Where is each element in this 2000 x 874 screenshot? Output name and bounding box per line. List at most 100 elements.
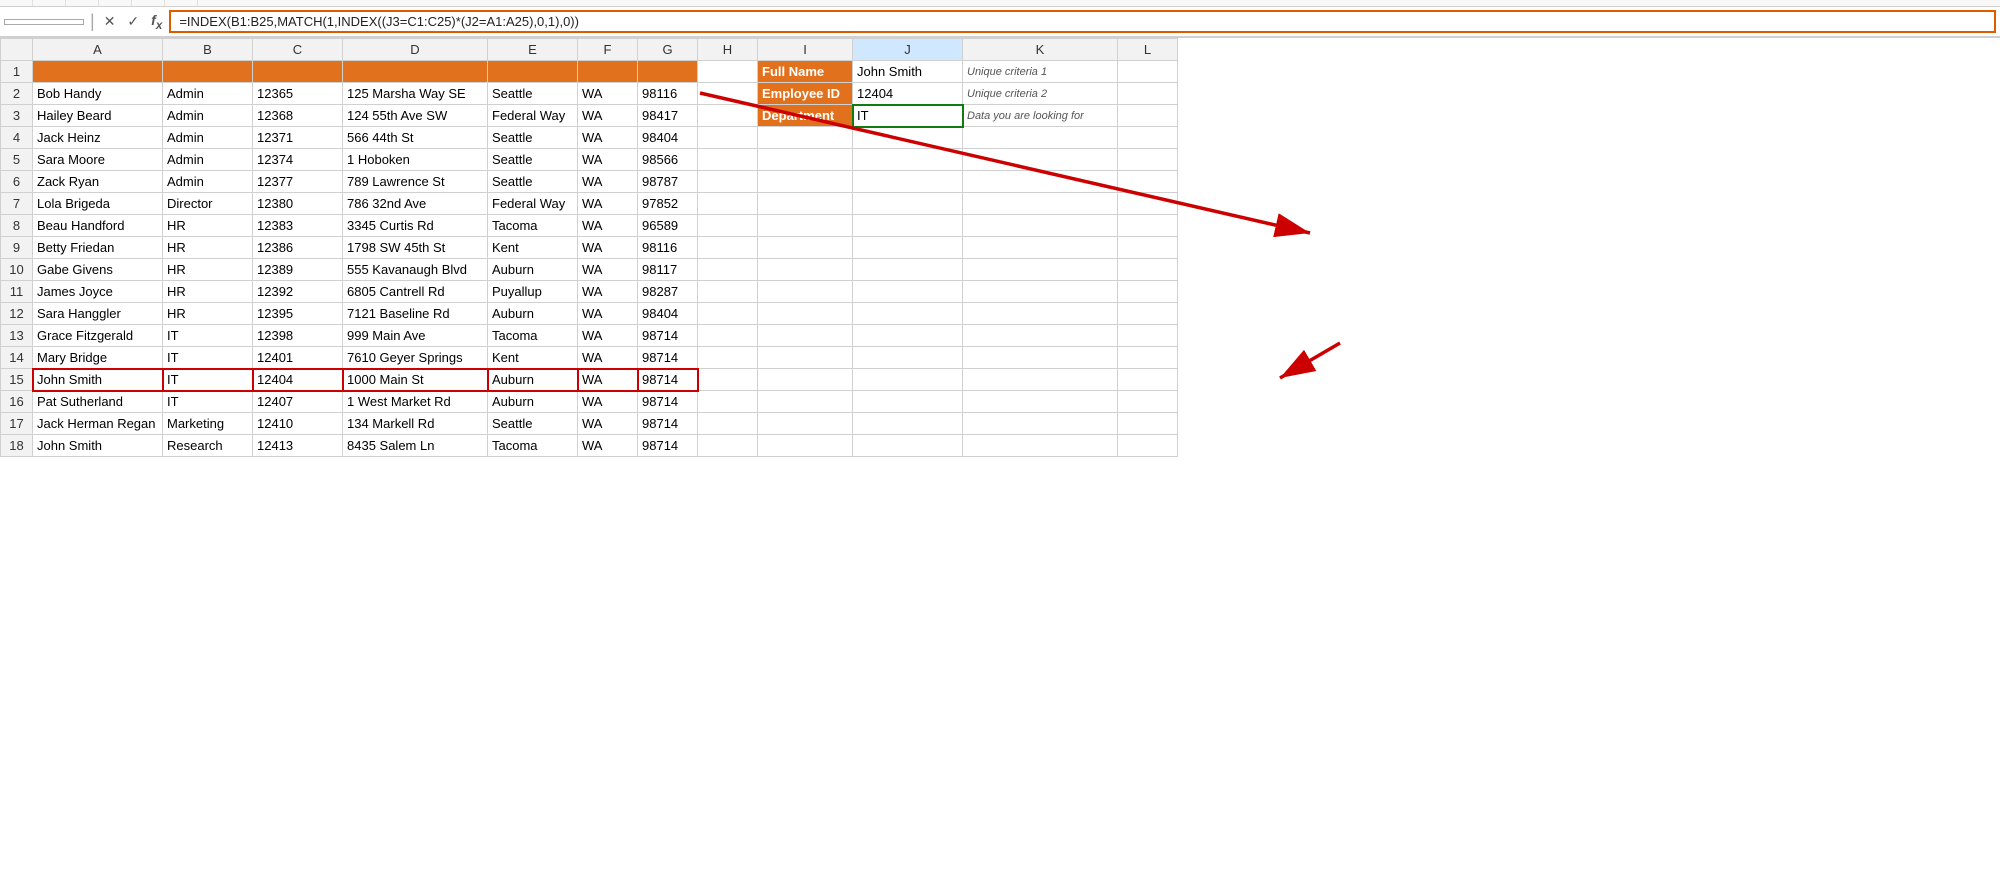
row-header-12[interactable]: 12 [1, 303, 33, 325]
cell-e7[interactable]: Federal Way [488, 193, 578, 215]
cell-j10[interactable] [853, 259, 963, 281]
col-header-f[interactable]: F [578, 39, 638, 61]
cell-l3[interactable] [1118, 105, 1178, 127]
cell-e5[interactable]: Seattle [488, 149, 578, 171]
cell-c6[interactable]: 12377 [253, 171, 343, 193]
cell-c2[interactable]: 12365 [253, 83, 343, 105]
cell-j8[interactable] [853, 215, 963, 237]
cell-c12[interactable]: 12395 [253, 303, 343, 325]
cell-j4[interactable] [853, 127, 963, 149]
cell-i13[interactable] [758, 325, 853, 347]
cell-e8[interactable]: Tacoma [488, 215, 578, 237]
cell-d12[interactable]: 7121 Baseline Rd [343, 303, 488, 325]
cell-c4[interactable]: 12371 [253, 127, 343, 149]
col-header-a[interactable]: A [33, 39, 163, 61]
cell-b10[interactable]: HR [163, 259, 253, 281]
cell-c1[interactable] [253, 61, 343, 83]
cell-d14[interactable]: 7610 Geyer Springs [343, 347, 488, 369]
col-header-h[interactable]: H [698, 39, 758, 61]
cell-g1[interactable] [638, 61, 698, 83]
cell-j6[interactable] [853, 171, 963, 193]
cell-a18[interactable]: John Smith [33, 435, 163, 457]
cell-k2[interactable]: Unique criteria 2 [963, 83, 1118, 105]
cell-e16[interactable]: Auburn [488, 391, 578, 413]
cell-d5[interactable]: 1 Hoboken [343, 149, 488, 171]
confirm-icon[interactable]: ✓ [124, 13, 142, 30]
cell-c16[interactable]: 12407 [253, 391, 343, 413]
cell-f17[interactable]: WA [578, 413, 638, 435]
cell-c18[interactable]: 12413 [253, 435, 343, 457]
cell-b16[interactable]: IT [163, 391, 253, 413]
cell-f1[interactable] [578, 61, 638, 83]
cell-h13[interactable] [698, 325, 758, 347]
cell-a8[interactable]: Beau Handford [33, 215, 163, 237]
cell-h14[interactable] [698, 347, 758, 369]
cell-c9[interactable]: 12386 [253, 237, 343, 259]
cell-c11[interactable]: 12392 [253, 281, 343, 303]
cell-h1[interactable] [698, 61, 758, 83]
cell-h7[interactable] [698, 193, 758, 215]
cell-b18[interactable]: Research [163, 435, 253, 457]
cell-f6[interactable]: WA [578, 171, 638, 193]
cell-j3[interactable]: IT [853, 105, 963, 127]
cell-g16[interactable]: 98714 [638, 391, 698, 413]
cell-h15[interactable] [698, 369, 758, 391]
cell-g12[interactable]: 98404 [638, 303, 698, 325]
cell-f7[interactable]: WA [578, 193, 638, 215]
cell-c7[interactable]: 12380 [253, 193, 343, 215]
cell-k15[interactable] [963, 369, 1118, 391]
cell-c17[interactable]: 12410 [253, 413, 343, 435]
cell-e12[interactable]: Auburn [488, 303, 578, 325]
cell-e9[interactable]: Kent [488, 237, 578, 259]
cell-e13[interactable]: Tacoma [488, 325, 578, 347]
cell-e11[interactable]: Puyallup [488, 281, 578, 303]
cell-a5[interactable]: Sara Moore [33, 149, 163, 171]
row-header-15[interactable]: 15 [1, 369, 33, 391]
row-header-11[interactable]: 11 [1, 281, 33, 303]
cell-e14[interactable]: Kent [488, 347, 578, 369]
cell-k7[interactable] [963, 193, 1118, 215]
cell-k1[interactable]: Unique criteria 1 [963, 61, 1118, 83]
cell-k8[interactable] [963, 215, 1118, 237]
cell-g8[interactable]: 96589 [638, 215, 698, 237]
cell-l15[interactable] [1118, 369, 1178, 391]
cell-l18[interactable] [1118, 435, 1178, 457]
cell-a11[interactable]: James Joyce [33, 281, 163, 303]
col-header-d[interactable]: D [343, 39, 488, 61]
row-header-18[interactable]: 18 [1, 435, 33, 457]
cell-l14[interactable] [1118, 347, 1178, 369]
cell-e1[interactable] [488, 61, 578, 83]
cell-j13[interactable] [853, 325, 963, 347]
cell-b6[interactable]: Admin [163, 171, 253, 193]
col-header-k[interactable]: K [963, 39, 1118, 61]
cell-f18[interactable]: WA [578, 435, 638, 457]
cell-b7[interactable]: Director [163, 193, 253, 215]
row-header-3[interactable]: 3 [1, 105, 33, 127]
cell-f14[interactable]: WA [578, 347, 638, 369]
row-header-9[interactable]: 9 [1, 237, 33, 259]
cell-d4[interactable]: 566 44th St [343, 127, 488, 149]
col-header-i[interactable]: I [758, 39, 853, 61]
cell-l17[interactable] [1118, 413, 1178, 435]
cell-g2[interactable]: 98116 [638, 83, 698, 105]
cell-b3[interactable]: Admin [163, 105, 253, 127]
cell-h4[interactable] [698, 127, 758, 149]
cell-h16[interactable] [698, 391, 758, 413]
cell-l1[interactable] [1118, 61, 1178, 83]
cancel-icon[interactable]: ✕ [101, 13, 119, 30]
cell-g7[interactable]: 97852 [638, 193, 698, 215]
cell-j11[interactable] [853, 281, 963, 303]
cell-l9[interactable] [1118, 237, 1178, 259]
col-header-j[interactable]: J [853, 39, 963, 61]
cell-g18[interactable]: 98714 [638, 435, 698, 457]
col-header-g[interactable]: G [638, 39, 698, 61]
cell-b13[interactable]: IT [163, 325, 253, 347]
cell-d17[interactable]: 134 Markell Rd [343, 413, 488, 435]
cell-e2[interactable]: Seattle [488, 83, 578, 105]
cell-j17[interactable] [853, 413, 963, 435]
col-header-c[interactable]: C [253, 39, 343, 61]
cell-f10[interactable]: WA [578, 259, 638, 281]
cell-k5[interactable] [963, 149, 1118, 171]
cell-c10[interactable]: 12389 [253, 259, 343, 281]
cell-a14[interactable]: Mary Bridge [33, 347, 163, 369]
